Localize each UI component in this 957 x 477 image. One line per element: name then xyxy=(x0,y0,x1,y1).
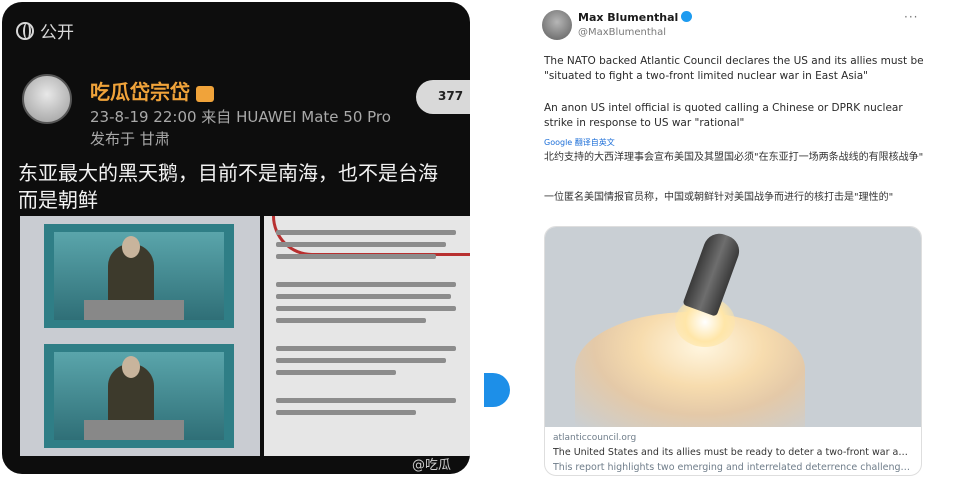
post-meta: 23-8-19 22:00 来自 HUAWEI Mate 50 Pro xyxy=(90,108,391,126)
weibo-watermark: @吃瓜 xyxy=(412,458,452,473)
card-domain: atlanticcouncil.org xyxy=(553,433,637,443)
post-location: 发布于 甘肃 xyxy=(90,130,170,148)
card-title: The United States and its allies must be… xyxy=(553,447,913,458)
visibility-indicator: 公开 xyxy=(16,18,74,43)
missile-launch-photo xyxy=(545,227,921,427)
card-description: This report highlights two emerging and … xyxy=(553,462,913,473)
verified-badge-icon xyxy=(681,11,693,22)
more-options-icon[interactable]: ··· xyxy=(904,10,918,24)
username-text: 吃瓜岱宗岱 xyxy=(90,80,190,104)
arrow-icon xyxy=(484,373,510,407)
post-image-video-stills[interactable] xyxy=(20,216,260,456)
translation-label[interactable]: Google 翻译自英文 xyxy=(544,137,615,148)
post-text: 东亚最大的黑天鹅，目前不是南海，也不是台海 而是朝鲜 xyxy=(18,160,458,214)
tweet-paragraph-1: The NATO backed Atlantic Council declare… xyxy=(544,55,924,82)
author-name[interactable]: Max Blumenthal xyxy=(578,11,693,24)
video-still-top xyxy=(44,224,234,328)
crown-icon xyxy=(196,85,214,102)
tweet-paragraph-2: An anon US intel official is quoted call… xyxy=(544,102,903,129)
translated-paragraph-2: 一位匿名美国情报官员称，中国或朝鲜针对美国战争而进行的核打击是"理性的" xyxy=(544,192,894,203)
video-still-bottom xyxy=(44,344,234,448)
avatar[interactable] xyxy=(542,10,572,40)
weibo-screenshot-panel: 公开 吃瓜岱宗岱 23-8-19 22:00 来自 HUAWEI Mate 50… xyxy=(0,0,472,477)
post-text-line-2: 而是朝鲜 xyxy=(18,188,98,212)
link-preview-card[interactable]: atlanticcouncil.org The United States an… xyxy=(544,226,922,476)
weibo-post: 公开 吃瓜岱宗岱 23-8-19 22:00 来自 HUAWEI Mate 50… xyxy=(2,2,470,474)
author-name-text: Max Blumenthal xyxy=(578,11,679,24)
visibility-label: 公开 xyxy=(40,23,74,43)
username[interactable]: 吃瓜岱宗岱 xyxy=(90,76,214,105)
red-annotation-mark xyxy=(272,216,470,256)
follow-button[interactable]: 377 xyxy=(416,80,470,114)
post-text-line-1: 东亚最大的黑天鹅，目前不是南海，也不是台海 xyxy=(18,161,438,185)
globe-icon xyxy=(16,21,34,40)
post-image-article[interactable] xyxy=(264,216,470,456)
author-handle[interactable]: @MaxBlumenthal xyxy=(578,27,666,38)
tweet-panel: Max Blumenthal @MaxBlumenthal ··· The NA… xyxy=(532,0,957,477)
avatar[interactable] xyxy=(22,74,72,124)
translated-paragraph-1: 北约支持的大西洋理事会宣布美国及其盟国必须"在东亚打一场两条战线的有限核战争" xyxy=(544,152,924,163)
